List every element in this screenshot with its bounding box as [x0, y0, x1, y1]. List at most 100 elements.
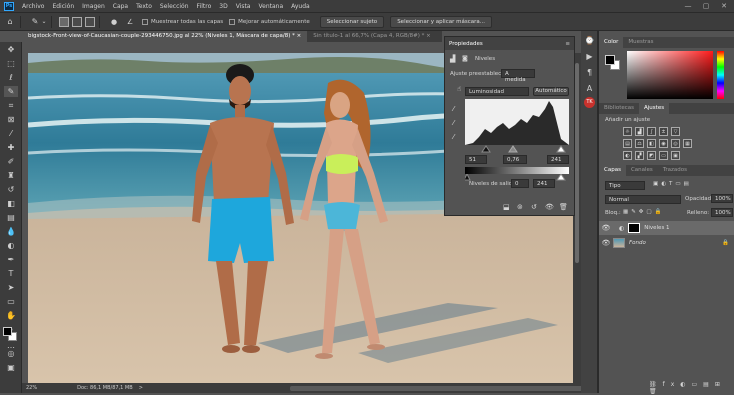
lock-icons[interactable]: ▦✎✥▢🔒 [623, 209, 664, 215]
photo-filter-icon[interactable]: ◉ [659, 139, 668, 148]
gamma-input-slider[interactable] [508, 145, 518, 153]
brightness-icon[interactable]: ☼ [623, 127, 632, 136]
menu-3d[interactable]: 3D [215, 3, 231, 10]
auto-button[interactable]: Automático [533, 87, 569, 96]
menu-ventana[interactable]: Ventana [254, 3, 287, 10]
marquee-tool-icon[interactable]: ⬚ [4, 58, 18, 69]
restore-button[interactable]: ▢ [698, 2, 714, 10]
chevron-down-icon[interactable]: ⌄ [41, 16, 47, 28]
type-tool-icon[interactable]: T [4, 268, 18, 279]
layer-name[interactable]: Fondo [629, 240, 646, 246]
close-tab-icon[interactable]: × [426, 33, 431, 39]
tab-color[interactable]: Color [599, 37, 624, 48]
levels-adj-icon[interactable]: ▟ [635, 127, 644, 136]
threshold-icon[interactable]: ◩ [647, 151, 656, 160]
scroll-thumb[interactable] [575, 63, 579, 263]
crop-tool-icon[interactable]: ⌗ [4, 100, 18, 111]
selective-color-icon[interactable]: ▣ [671, 151, 680, 160]
visibility-eye-icon[interactable]: 👁 [599, 239, 613, 247]
view-previous-icon[interactable]: ⊚ [517, 203, 523, 211]
tab-layers[interactable]: Capas [599, 165, 626, 176]
opacity-field[interactable]: 100% [711, 194, 733, 203]
layer-kind-filter[interactable]: Tipo [605, 181, 645, 190]
layer-row-fondo[interactable]: 👁 Fondo 🔒 [599, 236, 734, 250]
black-eyedropper-icon[interactable]: ⁄ [453, 105, 454, 113]
visibility-icon[interactable]: 👁 [545, 203, 554, 211]
menu-texto[interactable]: Texto [132, 3, 156, 10]
new-selection-icon[interactable] [59, 16, 69, 27]
gray-eyedropper-icon[interactable]: ⁄ [453, 119, 454, 127]
visibility-eye-icon[interactable]: 👁 [599, 224, 613, 232]
horizontal-scrollbar[interactable] [290, 386, 590, 391]
blur-tool-icon[interactable]: 💧 [4, 226, 18, 237]
quick-mask-icon[interactable]: ◎ [4, 348, 18, 359]
layer-thumbnail[interactable] [613, 238, 625, 248]
menu-capa[interactable]: Capa [109, 3, 132, 10]
status-menu-icon[interactable]: > [139, 385, 143, 391]
auto-enhance-checkbox[interactable]: Mejorar automáticamente [229, 18, 310, 25]
actions-icon[interactable]: ▶ [584, 51, 595, 62]
lasso-tool-icon[interactable]: ℓ [4, 72, 18, 83]
character-icon[interactable]: A [584, 83, 595, 94]
fill-field[interactable]: 100% [711, 208, 733, 217]
menu-seleccion[interactable]: Selección [156, 3, 193, 10]
hue-saturation-icon[interactable]: ▤ [623, 139, 632, 148]
rectangle-tool-icon[interactable]: ▭ [4, 296, 18, 307]
white-input-slider[interactable] [556, 145, 566, 153]
plugin-icon[interactable]: TK [584, 97, 595, 108]
history-icon[interactable]: ⌚ [584, 35, 595, 46]
clone-stamp-tool-icon[interactable]: ♜ [4, 170, 18, 181]
select-and-mask-button[interactable]: Seleccionar y aplicar máscara... [390, 15, 492, 28]
brush-tool-icon[interactable]: ✐ [4, 156, 18, 167]
move-tool-icon[interactable]: ✥ [4, 44, 18, 55]
tab-swatches[interactable]: Muestras [623, 37, 658, 48]
quick-selection-tool-icon[interactable]: ✎ [29, 16, 41, 28]
blend-mode-select[interactable]: Normal [605, 195, 681, 204]
select-subject-button[interactable]: Seleccionar sujeto [319, 15, 385, 28]
levels-icon[interactable]: ▟ [450, 55, 455, 63]
document-tab-active[interactable]: bigstock-Front-view-of-Caucasian-couple-… [22, 31, 308, 42]
subtract-from-selection-icon[interactable] [85, 16, 95, 27]
close-tab-icon[interactable]: × [297, 33, 302, 39]
tab-paths[interactable]: Trazados [658, 165, 692, 176]
layer-row-niveles[interactable]: 👁 ◐ Niveles 1 [599, 221, 734, 235]
tab-channels[interactable]: Canales [626, 165, 658, 176]
input-black-field[interactable]: 51 [465, 155, 487, 164]
tab-libraries[interactable]: Bibliotecas [599, 103, 639, 114]
color-lookup-icon[interactable]: ▦ [683, 139, 692, 148]
brush-size-icon[interactable]: ● [108, 16, 120, 28]
input-gamma-field[interactable]: 0,76 [503, 155, 527, 164]
hand-tool-icon[interactable]: ✋ [4, 310, 18, 321]
tab-adjustments[interactable]: Ajustes [639, 103, 670, 114]
dodge-tool-icon[interactable]: ◐ [4, 240, 18, 251]
exposure-icon[interactable]: ± [659, 127, 668, 136]
menu-imagen[interactable]: Imagen [78, 3, 109, 10]
layer-name[interactable]: Niveles 1 [644, 225, 669, 231]
trash-icon[interactable]: 🗑 [559, 203, 568, 211]
channel-select[interactable]: Luminosidad [465, 87, 529, 96]
properties-title[interactable]: Propiedades [449, 41, 483, 47]
paragraph-icon[interactable]: ¶ [584, 67, 595, 78]
white-eyedropper-icon[interactable]: ⁄ [453, 133, 454, 141]
hand-target-icon[interactable]: ☝ [457, 85, 461, 93]
pen-tool-icon[interactable]: ✒ [4, 254, 18, 265]
hue-slider[interactable] [717, 51, 724, 99]
zoom-level[interactable]: 22% [26, 385, 37, 391]
color-field[interactable] [627, 51, 713, 99]
output-white-field[interactable]: 241 [533, 179, 555, 188]
menu-archivo[interactable]: Archivo [18, 3, 48, 10]
invert-icon[interactable]: ◐ [623, 151, 632, 160]
preset-select[interactable]: A medida [501, 69, 535, 83]
white-output-slider[interactable] [556, 174, 566, 181]
channel-mixer-icon[interactable]: ◎ [671, 139, 680, 148]
curves-icon[interactable]: ∫ [647, 127, 656, 136]
posterize-icon[interactable]: ▞ [635, 151, 644, 160]
black-output-slider[interactable] [465, 174, 471, 181]
eyedropper-tool-icon[interactable]: ⁄ [4, 128, 18, 139]
screen-mode-icon[interactable]: ▣ [4, 362, 18, 373]
gradient-tool-icon[interactable]: ▤ [4, 212, 18, 223]
input-white-field[interactable]: 241 [547, 155, 569, 164]
sample-all-layers-checkbox[interactable]: Muestrear todas las capas [142, 18, 223, 25]
menu-vista[interactable]: Vista [232, 3, 255, 10]
panel-menu-icon[interactable]: ≡ [565, 41, 570, 47]
